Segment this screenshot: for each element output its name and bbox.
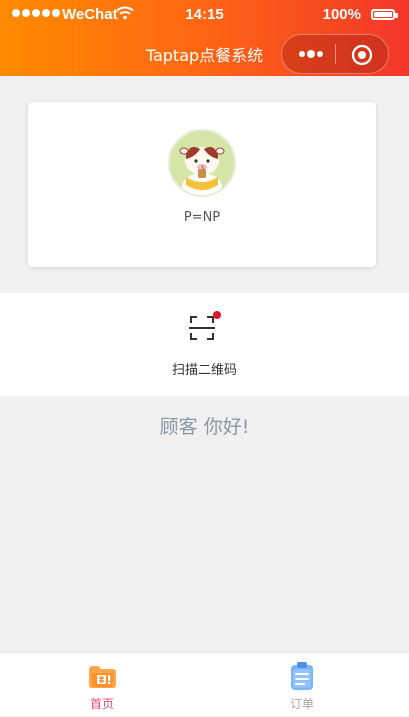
app-header: WeChat 14:15 100% Taptap点餐系统 bbox=[0, 0, 409, 76]
greeting-text: 顾客 你好! bbox=[159, 416, 250, 438]
user-avatar[interactable] bbox=[168, 129, 236, 197]
status-bar: WeChat 14:15 100% bbox=[0, 0, 409, 30]
notification-dot bbox=[213, 311, 221, 319]
user-nickname: P=NP bbox=[183, 210, 221, 225]
battery-percentage: 100% bbox=[322, 6, 361, 23]
user-profile-card: P=NP bbox=[28, 102, 376, 267]
tab-orders-label: 订单 bbox=[289, 697, 314, 711]
home-icon bbox=[89, 666, 116, 688]
capsule-divider bbox=[335, 44, 336, 64]
bottom-tab-bar: 首页 订单 bbox=[0, 652, 409, 716]
tab-home[interactable]: 首页 bbox=[0, 653, 204, 717]
tab-orders[interactable]: 订单 bbox=[204, 653, 408, 717]
tab-home-label: 首页 bbox=[89, 697, 114, 711]
mini-program-capsule bbox=[281, 34, 389, 74]
scan-icon bbox=[189, 316, 215, 340]
orders-icon bbox=[291, 662, 313, 690]
close-mini-program-icon[interactable] bbox=[350, 43, 374, 67]
scan-qr-button[interactable]: 扫描二维码 bbox=[0, 293, 409, 396]
more-options-icon[interactable] bbox=[294, 44, 328, 64]
battery-icon bbox=[371, 9, 398, 20]
scan-qr-label: 扫描二维码 bbox=[171, 363, 237, 378]
